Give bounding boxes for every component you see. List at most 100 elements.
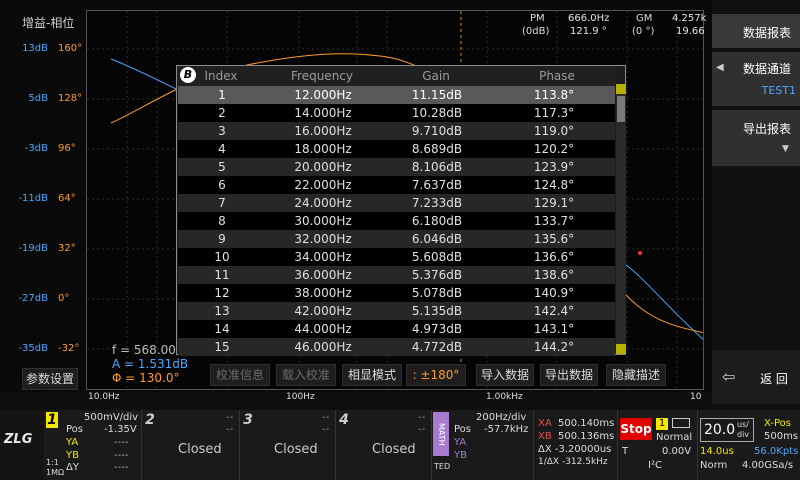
cell-gain: 5.376dB xyxy=(411,268,463,282)
cell-frequency: 36.000Hz xyxy=(294,268,352,282)
cell-gain: 9.710dB xyxy=(411,124,463,138)
export-report-softkey[interactable]: 导出报表 ▼ xyxy=(712,110,800,166)
cell-gain: 10.28dB xyxy=(411,106,463,120)
back-arrow-icon: ⇦ xyxy=(722,367,736,386)
cell-index: 9 xyxy=(218,232,226,246)
timebase-box[interactable]: 20.0 us/ div xyxy=(700,418,754,442)
trigger-t-label: T xyxy=(622,446,629,457)
gm-frequency: 4.257k xyxy=(672,13,707,24)
cell-phase: 117.3° xyxy=(533,106,575,120)
calibration-info-button[interactable]: 校准信息 xyxy=(210,364,270,386)
ch3-dash: -- xyxy=(322,412,330,423)
phase-tick: 96° xyxy=(58,143,76,154)
table-row[interactable]: 4 18.000Hz 8.689dB 120.2° xyxy=(178,140,615,158)
cell-index: 7 xyxy=(218,196,226,210)
cell-gain: 8.689dB xyxy=(411,142,463,156)
trigger-edge-icon xyxy=(672,418,690,428)
channel1-panel[interactable]: 1 500mV/div Pos -1.35V YA ---- YB ---- Δ… xyxy=(44,410,142,480)
table-row[interactable]: 6 22.000Hz 7.637dB 124.8° xyxy=(178,176,615,194)
data-report-table[interactable]: B Index Frequency Gain Phase 1 12.000Hz 11… xyxy=(176,65,626,356)
scroll-down-arrow-icon[interactable] xyxy=(616,344,626,354)
table-row[interactable]: 12 38.000Hz 5.078dB 140.9° xyxy=(178,284,615,302)
decode-i2c: I²C xyxy=(648,460,662,471)
scroll-thumb[interactable] xyxy=(617,96,625,122)
cell-phase: 142.4° xyxy=(533,304,575,318)
pm-frequency: 666.0Hz xyxy=(568,13,610,24)
cell-frequency: 18.000Hz xyxy=(294,142,352,156)
params-button[interactable]: 参数设置 xyxy=(22,368,78,390)
table-row[interactable]: 8 30.000Hz 6.180dB 133.7° xyxy=(178,212,615,230)
phase-tick: 64° xyxy=(58,193,76,204)
cell-index: 11 xyxy=(214,268,230,282)
channel3-panel[interactable]: 3 -- -- Closed xyxy=(240,410,336,480)
pm-unit: (0dB) xyxy=(522,26,550,37)
table-row[interactable]: 15 46.000Hz 4.772dB 144.2° xyxy=(178,338,615,356)
gm-value: 19.66 xyxy=(676,26,705,37)
ch1-dy: ΔY xyxy=(66,462,79,473)
math-panel[interactable]: MATH 200Hz/div Pos -57.7kHz YA YB TED xyxy=(432,410,534,480)
cell-phase: 133.7° xyxy=(533,214,575,228)
load-calibration-button[interactable]: 载入校准 xyxy=(276,364,336,386)
xa-value: 500.140ms xyxy=(558,418,615,429)
cell-phase: 143.1° xyxy=(533,322,575,336)
back-label: 返 回 xyxy=(760,372,788,386)
table-row[interactable]: 13 42.000Hz 5.135dB 142.4° xyxy=(178,302,615,320)
math-label: MATH xyxy=(433,412,449,456)
xa-label: XA xyxy=(538,418,552,429)
cell-phase: 113.8° xyxy=(533,88,575,102)
hide-description-button[interactable]: 隐藏描述 xyxy=(606,364,666,386)
math-pos: -57.7kHz xyxy=(484,424,529,435)
cell-phase: 138.6° xyxy=(533,268,575,282)
ch1-pos-label: Pos xyxy=(66,424,84,435)
cursor-panel[interactable]: XA 500.140ms XB 500.136ms ΔX -3.20000us … xyxy=(534,410,618,480)
cell-index: 1 xyxy=(218,88,226,102)
back-softkey[interactable]: ⇦ 返 回 xyxy=(712,350,800,404)
readout-frequency: f = 568.00 xyxy=(112,343,176,357)
cell-gain: 7.637dB xyxy=(411,178,463,192)
timebase-panel[interactable]: 20.0 us/ div X-Pos 500ms 14.0us 56.0Kpts… xyxy=(698,410,800,480)
table-row[interactable]: 11 36.000Hz 5.376dB 138.6° xyxy=(178,266,615,284)
channel2-panel[interactable]: 2 -- -- Closed xyxy=(142,410,240,480)
cell-gain: 4.772dB xyxy=(411,340,463,354)
scroll-up-arrow-icon[interactable] xyxy=(616,84,626,94)
gain-tick: -3dB xyxy=(24,143,48,154)
table-row[interactable]: 1 12.000Hz 11.15dB 113.8° xyxy=(178,86,615,104)
gm-unit: (0 °) xyxy=(632,26,655,37)
cell-index: 12 xyxy=(214,286,230,300)
sample-rate: 4.00GSa/s xyxy=(742,460,794,471)
cell-frequency: 14.000Hz xyxy=(294,106,352,120)
export-data-button[interactable]: 导出数据 xyxy=(540,364,598,386)
table-row[interactable]: 9 32.000Hz 6.046dB 135.6° xyxy=(178,230,615,248)
ch1-yb-value: ---- xyxy=(114,450,129,461)
pm-label: PM xyxy=(530,13,545,24)
scope-screen: 增益-相位 13dB 5dB -3dB -11dB -19dB -27dB -3… xyxy=(0,0,712,402)
table-row[interactable]: 14 44.000Hz 4.973dB 143.1° xyxy=(178,320,615,338)
cell-index: 5 xyxy=(218,160,226,174)
cell-phase: 140.9° xyxy=(533,286,575,300)
cell-index: 8 xyxy=(218,214,226,228)
cell-frequency: 20.000Hz xyxy=(294,160,352,174)
phase-tick: 32° xyxy=(58,243,76,254)
table-row[interactable]: 7 24.000Hz 7.233dB 129.1° xyxy=(178,194,615,212)
phase-range-value[interactable]: : ±180° xyxy=(406,364,466,386)
table-row[interactable]: 2 14.000Hz 10.28dB 117.3° xyxy=(178,104,615,122)
table-scrollbar[interactable] xyxy=(616,84,626,354)
import-data-button[interactable]: 导入数据 xyxy=(476,364,534,386)
trigger-panel[interactable]: Stop 1 Normal T 0.00V I²C xyxy=(618,410,698,480)
phase-mode-button[interactable]: 相显模式 xyxy=(342,364,402,386)
channel4-panel[interactable]: 4 -- -- Closed xyxy=(336,410,432,480)
channel-softkey[interactable]: ◀ 数据通道 TEST1 xyxy=(712,52,800,106)
cursor-readout: f = 568.00 A = 1.531dB Φ = 130.0° xyxy=(112,343,188,385)
phase-tick: -32° xyxy=(58,343,80,354)
cell-gain: 6.180dB xyxy=(411,214,463,228)
cell-frequency: 46.000Hz xyxy=(294,340,352,354)
cell-frequency: 22.000Hz xyxy=(294,178,352,192)
cell-gain: 7.233dB xyxy=(411,196,463,210)
table-row[interactable]: 5 20.000Hz 8.106dB 123.9° xyxy=(178,158,615,176)
report-header: 数据报表 xyxy=(712,14,800,48)
run-stop-status[interactable]: Stop xyxy=(620,418,652,440)
table-row[interactable]: 3 16.000Hz 9.710dB 119.0° xyxy=(178,122,615,140)
table-row[interactable]: 10 34.000Hz 5.608dB 136.6° xyxy=(178,248,615,266)
ch4-number: 4 xyxy=(339,412,349,428)
cell-phase: 123.9° xyxy=(533,160,575,174)
